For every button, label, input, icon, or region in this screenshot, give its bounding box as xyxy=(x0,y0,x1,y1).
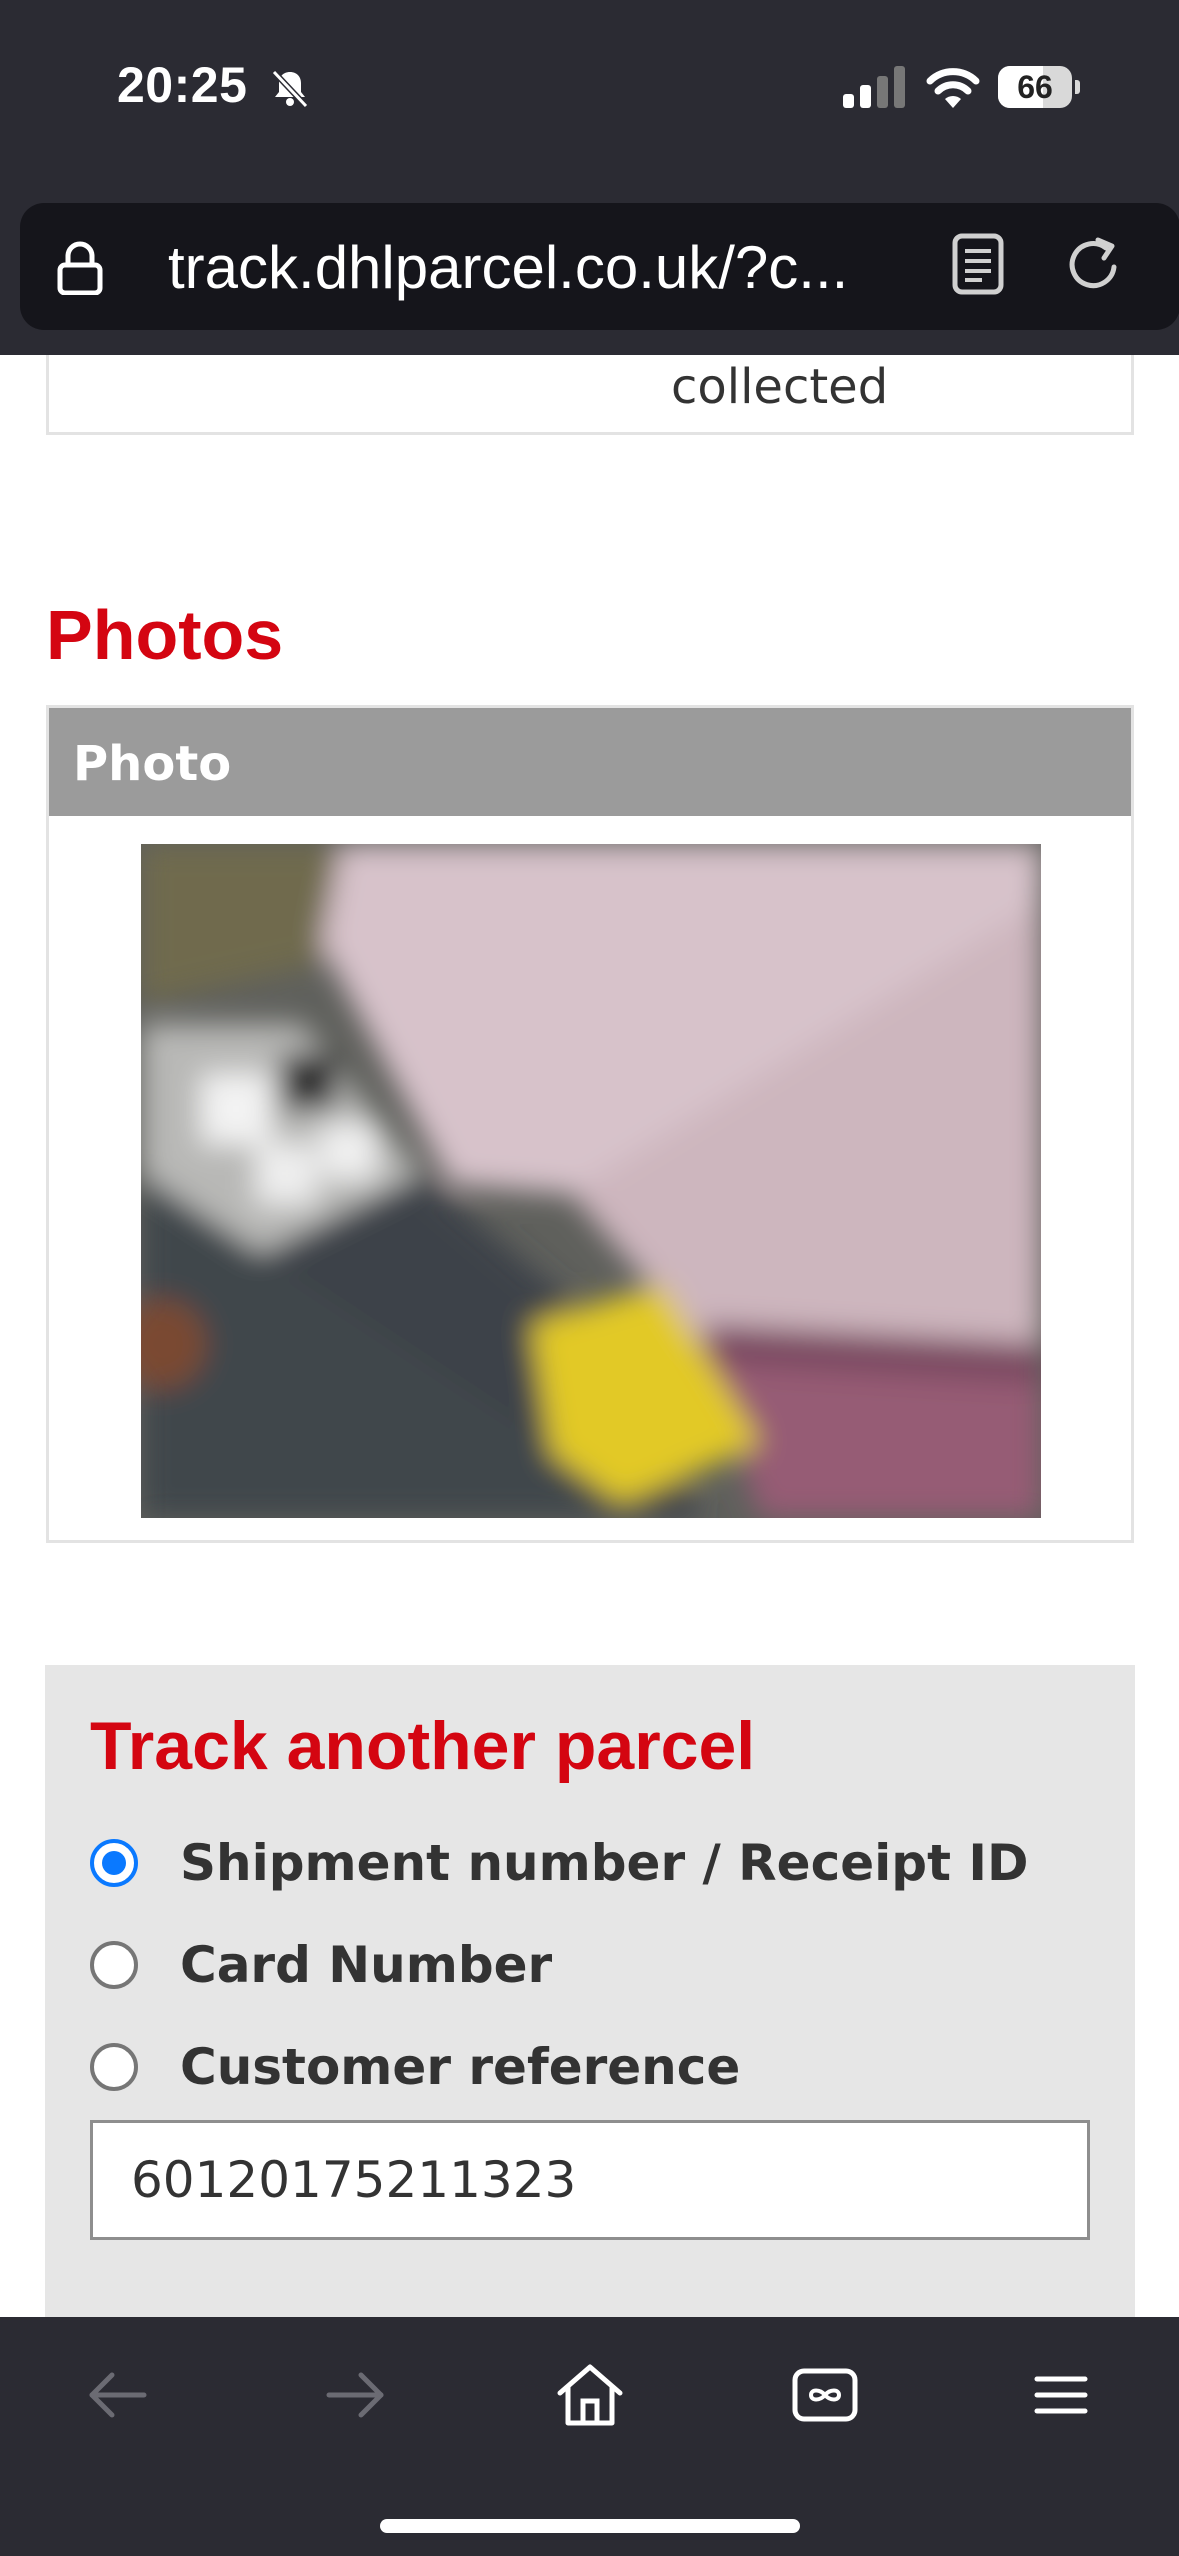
radio-option-shipment-number[interactable]: Shipment number / Receipt ID xyxy=(90,1833,1029,1893)
lock-icon xyxy=(57,241,103,295)
radio-label-customer-reference[interactable]: Customer reference xyxy=(180,2038,740,2096)
back-arrow-icon[interactable] xyxy=(78,2355,158,2435)
radio-customer-reference[interactable] xyxy=(90,2043,138,2091)
browser-address-area: track.dhlparcel.co.uk/?c... xyxy=(0,190,1179,355)
wifi-icon xyxy=(926,68,980,108)
radio-label-shipment-number[interactable]: Shipment number / Receipt ID xyxy=(180,1834,1029,1892)
browser-toolbar xyxy=(0,2317,1179,2556)
forward-arrow-icon[interactable] xyxy=(315,2355,395,2435)
radio-option-card-number[interactable]: Card Number xyxy=(90,1935,552,1995)
delivery-photo[interactable] xyxy=(141,844,1041,1518)
tabs-icon[interactable] xyxy=(785,2355,865,2435)
url-text[interactable]: track.dhlparcel.co.uk/?c... xyxy=(168,233,848,302)
radio-label-card-number[interactable]: Card Number xyxy=(180,1936,552,1994)
track-another-parcel-panel: Track another parcel Shipment number / R… xyxy=(45,1665,1135,2317)
menu-icon[interactable] xyxy=(1021,2355,1101,2435)
status-time: 20:25 xyxy=(117,57,248,113)
battery-icon: 66 xyxy=(998,66,1080,108)
photo-table: Photo xyxy=(46,705,1134,1543)
reader-mode-icon[interactable] xyxy=(950,233,1006,295)
reload-icon[interactable] xyxy=(1062,233,1126,297)
photos-heading: Photos xyxy=(46,596,284,674)
radio-shipment-number[interactable] xyxy=(90,1839,138,1887)
bell-slash-icon xyxy=(271,69,309,109)
track-another-heading: Track another parcel xyxy=(90,1708,756,1784)
tracking-number-input[interactable] xyxy=(90,2120,1090,2240)
page-content: collected Photos Photo Track another par… xyxy=(0,355,1179,2317)
photo-table-header: Photo xyxy=(49,708,1131,816)
tracking-event-table-end: collected xyxy=(46,355,1134,435)
photo-column-label: Photo xyxy=(73,736,232,792)
radio-option-customer-reference[interactable]: Customer reference xyxy=(90,2037,740,2097)
battery-level: 66 xyxy=(1017,69,1053,105)
cellular-signal-icon xyxy=(843,66,905,108)
event-status-text: collected xyxy=(671,359,889,415)
radio-card-number[interactable] xyxy=(90,1941,138,1989)
address-bar[interactable]: track.dhlparcel.co.uk/?c... xyxy=(20,203,1179,330)
home-icon[interactable] xyxy=(550,2355,630,2435)
home-indicator[interactable] xyxy=(380,2519,800,2533)
status-bar: 20:25 66 xyxy=(0,0,1179,190)
